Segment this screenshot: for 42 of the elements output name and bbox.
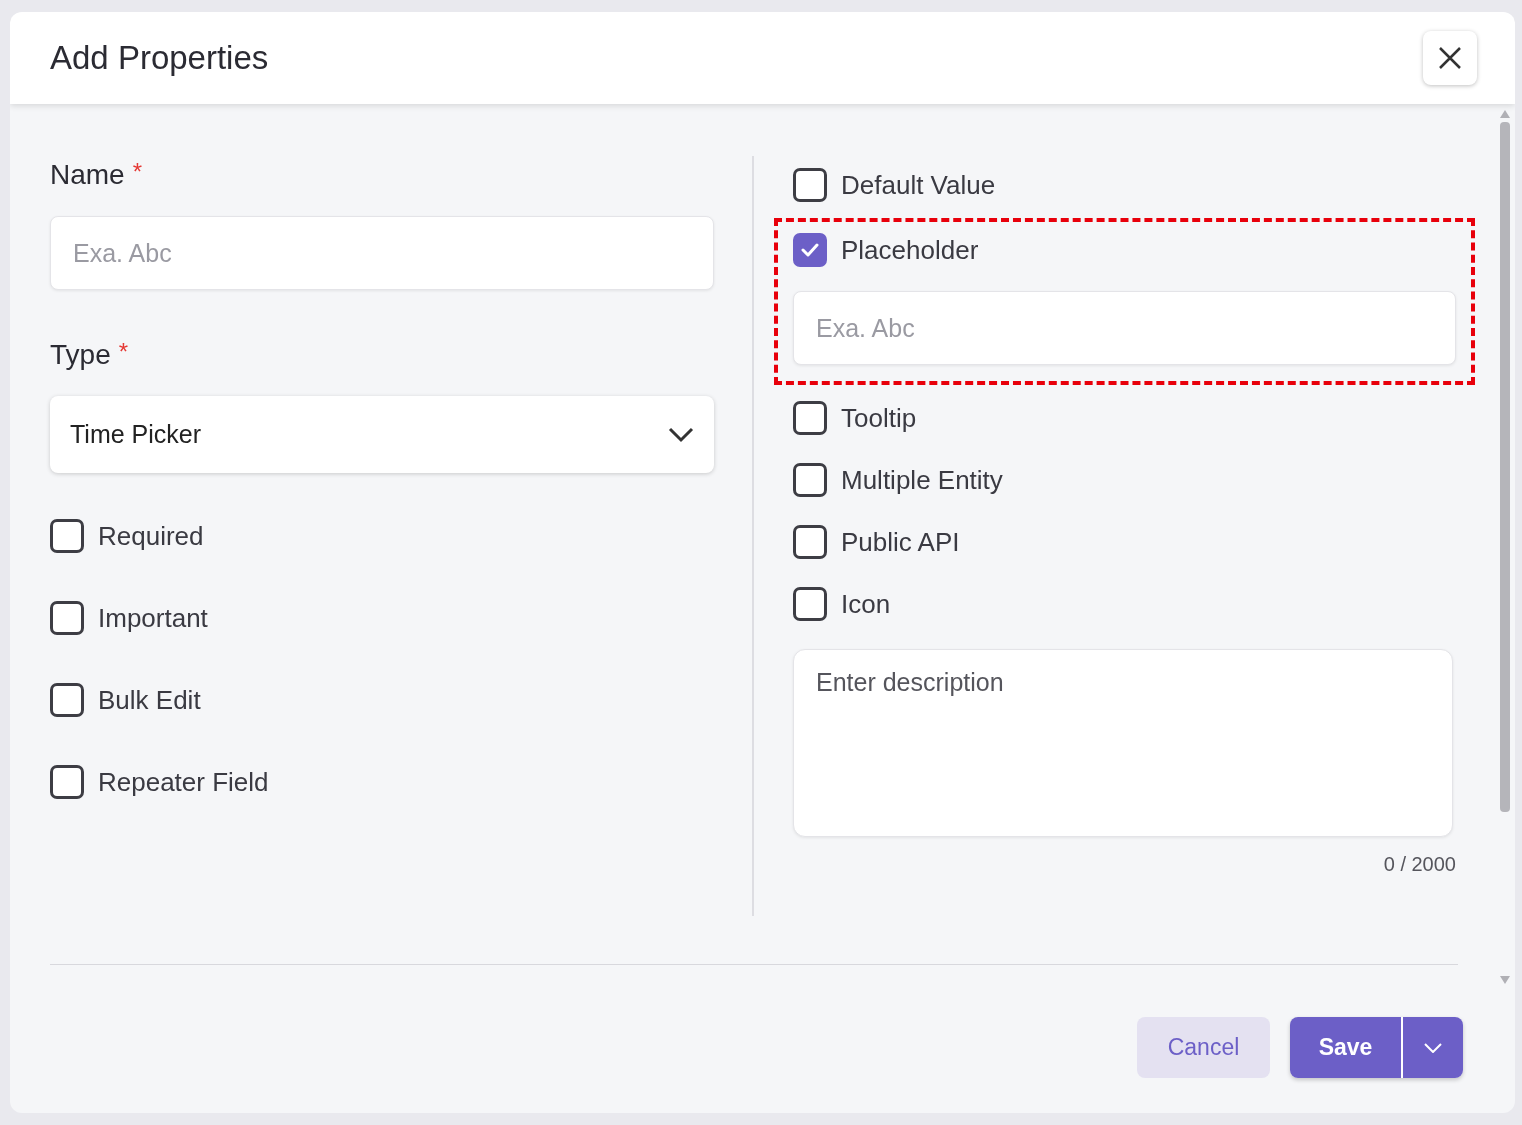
close-icon [1438, 46, 1462, 70]
select-value: Time Picker [70, 418, 202, 450]
cancel-button[interactable]: Cancel [1137, 1017, 1270, 1078]
required-mark: * [132, 157, 143, 187]
placeholder-input[interactable]: Exa. Abc [793, 291, 1456, 365]
close-button[interactable] [1423, 31, 1477, 85]
save-options-button[interactable] [1401, 1017, 1463, 1078]
checkbox[interactable] [50, 601, 84, 635]
checkbox-label: Repeater Field [98, 765, 269, 799]
checkbox-label: Placeholder [841, 233, 979, 267]
description-textarea[interactable]: Enter description [793, 649, 1453, 837]
field-label: Type [50, 338, 111, 372]
checkbox[interactable] [793, 587, 827, 621]
checkbox-label: Multiple Entity [841, 463, 1003, 497]
checkbox[interactable] [793, 401, 827, 435]
field-label: Name [50, 158, 125, 192]
scrollbar-thumb[interactable] [1500, 122, 1510, 812]
character-counter: 0 / 2000 [1383, 852, 1456, 877]
save-button[interactable]: Save [1290, 1017, 1401, 1078]
checkbox-label: Icon [841, 587, 891, 621]
checkbox[interactable] [793, 233, 827, 267]
checkbox-label: Bulk Edit [98, 683, 201, 717]
checkbox[interactable] [793, 463, 827, 497]
checkbox[interactable] [50, 683, 84, 717]
checkbox[interactable] [793, 525, 827, 559]
name-input[interactable]: Exa. Abc [50, 216, 714, 290]
checkbox-label: Tooltip [841, 401, 917, 435]
checkbox-label: Required [98, 519, 204, 553]
chevron-down-icon [1424, 1042, 1442, 1053]
chevron-down-icon [668, 426, 694, 443]
required-mark: * [118, 337, 129, 367]
checkbox[interactable] [793, 168, 827, 202]
checkmark-icon [801, 243, 819, 257]
scroll-down-icon [1500, 976, 1510, 984]
checkbox[interactable] [50, 519, 84, 553]
checkbox-label: Public API [841, 525, 960, 559]
checkbox-label: Important [98, 601, 208, 635]
dialog-title: Add Properties [50, 38, 269, 79]
type-select[interactable]: Time Picker [50, 396, 714, 473]
checkbox-label: Default Value [841, 168, 996, 202]
checkbox[interactable] [50, 765, 84, 799]
scroll-up-icon [1500, 110, 1510, 118]
